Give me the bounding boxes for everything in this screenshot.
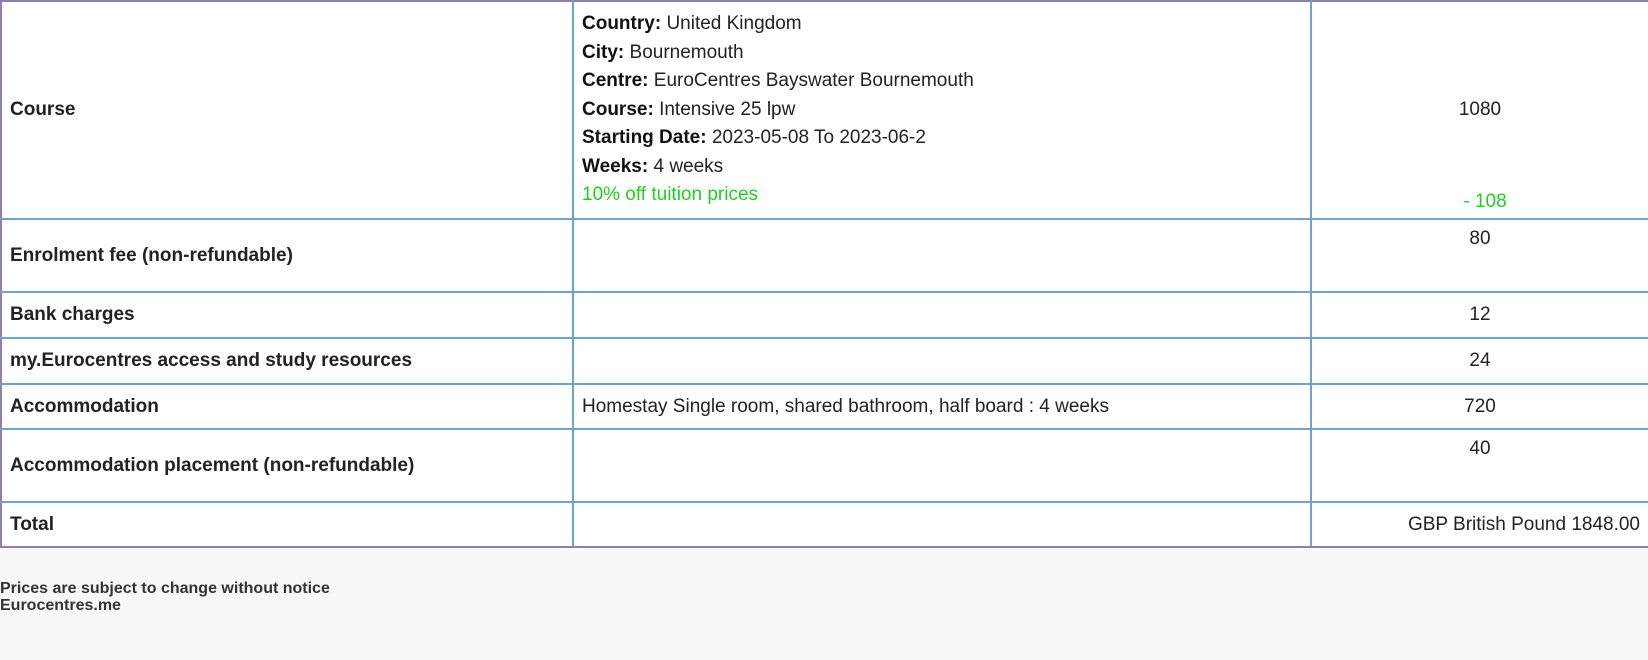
table-row-total: Total GBP British Pound 1848.00: [0, 501, 1648, 548]
detail-value: United Kingdom: [666, 13, 802, 35]
row-label-accommodation: Accommodation: [0, 383, 574, 430]
detail-starting-date: Starting Date: 2023-05-08 To 2023-06-2: [582, 124, 1302, 153]
row-label-bank: Bank charges: [0, 291, 574, 339]
row-details-resources: [572, 337, 1312, 385]
price-quote-table: Course Country: United Kingdom City: Bou…: [0, 0, 1648, 548]
detail-key: Country:: [582, 13, 662, 35]
row-label-total: Total: [0, 501, 574, 548]
table-row-course: Course Country: United Kingdom City: Bou…: [0, 0, 1648, 220]
row-details-placement: [572, 428, 1312, 503]
row-details-bank: [572, 291, 1312, 339]
detail-value: EuroCentres Bayswater Bournemouth: [653, 70, 974, 92]
row-label-course: Course: [0, 0, 574, 220]
course-discount: - 108: [1463, 191, 1507, 212]
row-details-accommodation: Homestay Single room, shared bathroom, h…: [572, 383, 1312, 430]
detail-key: Course:: [582, 98, 654, 120]
detail-country: Country: United Kingdom: [582, 10, 1302, 39]
row-label-resources: my.Eurocentres access and study resource…: [0, 337, 574, 385]
detail-course: Course: Intensive 25 lpw: [582, 96, 1302, 125]
price-notice: Prices are subject to change without not…: [0, 580, 330, 597]
detail-key: City:: [582, 41, 625, 63]
row-amount-total: GBP British Pound 1848.00: [1310, 501, 1648, 548]
course-details: Country: United Kingdom City: Bournemout…: [572, 0, 1312, 220]
table-row-enrolment: Enrolment fee (non-refundable) 80: [0, 218, 1648, 293]
table-row-placement: Accommodation placement (non-refundable)…: [0, 428, 1648, 503]
table-row-bank: Bank charges 12: [0, 291, 1648, 339]
table-row-accommodation: Accommodation Homestay Single room, shar…: [0, 383, 1648, 430]
row-label-placement: Accommodation placement (non-refundable): [0, 428, 574, 503]
brand-name: Eurocentres.me: [0, 597, 121, 614]
course-amount-cell: 1080 - 108: [1310, 0, 1648, 220]
detail-key: Centre:: [582, 70, 649, 92]
row-amount-placement: 40: [1310, 428, 1648, 503]
row-amount-resources: 24: [1310, 337, 1648, 385]
row-details-total: [572, 501, 1312, 548]
row-amount-accommodation: 720: [1310, 383, 1648, 430]
row-label-enrolment: Enrolment fee (non-refundable): [0, 218, 574, 293]
promo-text: 10% off tuition prices: [582, 184, 759, 206]
detail-value: Bournemouth: [629, 41, 744, 63]
course-amount: 1080: [1458, 99, 1502, 120]
detail-value: 2023-05-08 To 2023-06-2: [711, 127, 926, 149]
detail-weeks: Weeks: 4 weeks: [582, 153, 1302, 182]
row-details-enrolment: [572, 218, 1312, 293]
detail-value: 4 weeks: [653, 155, 724, 177]
footer: Prices are subject to change without not…: [0, 580, 1648, 614]
row-amount-bank: 12: [1310, 291, 1648, 339]
detail-city: City: Bournemouth: [582, 39, 1302, 68]
detail-key: Weeks:: [582, 155, 649, 177]
detail-key: Starting Date:: [582, 127, 707, 149]
table-row-resources: my.Eurocentres access and study resource…: [0, 337, 1648, 385]
detail-centre: Centre: EuroCentres Bayswater Bournemout…: [582, 67, 1302, 96]
row-amount-enrolment: 80: [1310, 218, 1648, 293]
detail-value: Intensive 25 lpw: [659, 98, 796, 120]
